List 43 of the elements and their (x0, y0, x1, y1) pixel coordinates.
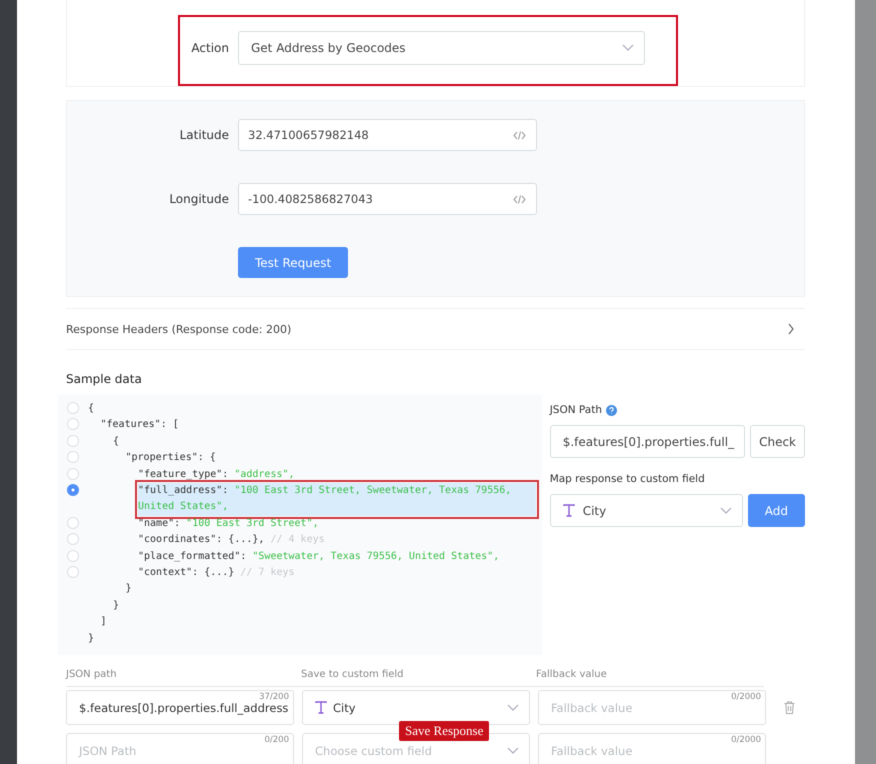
json-path-field[interactable]: 0/200 JSON Path (66, 733, 294, 764)
chevron-down-icon (507, 704, 519, 712)
text-field-icon (562, 504, 575, 517)
json-path-label: JSON Path (550, 404, 602, 416)
code-line: } (113, 598, 120, 613)
action-dropdown[interactable]: Get Address by Geocodes (238, 31, 645, 65)
code-line: } (88, 632, 96, 646)
fallback-value-field[interactable]: 0/2000 Fallback value (538, 733, 766, 764)
parameter-label: Longitude (168, 192, 230, 206)
chevron-down-icon (507, 746, 519, 755)
trash-icon[interactable] (784, 701, 794, 714)
custom-field-dropdown[interactable]: City (550, 494, 743, 527)
code-line: ] (100, 615, 108, 630)
column-header: Save to custom field (301, 669, 405, 680)
code-line: "place_formatted": "Sweetwater, Texas 79556, United States", (138, 550, 500, 564)
chevron-down-icon (622, 44, 634, 52)
response-headers-row[interactable]: Response Headers (Response code: 200) (66, 308, 805, 350)
fallback-value-field[interactable]: 0/2000 Fallback value (538, 690, 766, 726)
help-icon[interactable] (606, 404, 617, 416)
chevron-down-icon (720, 506, 732, 514)
json-path-field[interactable]: 37/200 $.features[0].properties.full_address (66, 690, 294, 726)
code-line: "feature_type": "address", (138, 468, 296, 482)
parameter-label: Latitude (178, 128, 230, 142)
code-line: { (113, 434, 120, 449)
map-field-label: Map response to custom field (550, 473, 706, 485)
code-line: { (88, 402, 96, 416)
code-line: "properties": { (126, 451, 217, 466)
column-header: JSON path (66, 669, 118, 680)
code-line: "features": [ (100, 418, 180, 432)
code-line: "name": "100 East 3rd Street", (138, 516, 320, 531)
code-line: } (126, 582, 133, 596)
annotation-label: Save Response (399, 721, 490, 741)
code-icon (513, 130, 526, 140)
parameter-field[interactable]: -100.4082586827043 (238, 183, 537, 215)
action-label: Action (190, 41, 230, 55)
parameter-field[interactable]: 32.47100657982148 (238, 119, 537, 151)
column-header: Fallback value (536, 669, 608, 680)
radio-button[interactable] (67, 484, 79, 496)
json-path-field[interactable]: $.features[0].properties.full_ (550, 425, 746, 458)
check-button[interactable]: Check (750, 425, 805, 458)
section-title: Sample data (66, 372, 143, 386)
code-icon (513, 194, 526, 204)
text-field-icon (315, 701, 327, 714)
